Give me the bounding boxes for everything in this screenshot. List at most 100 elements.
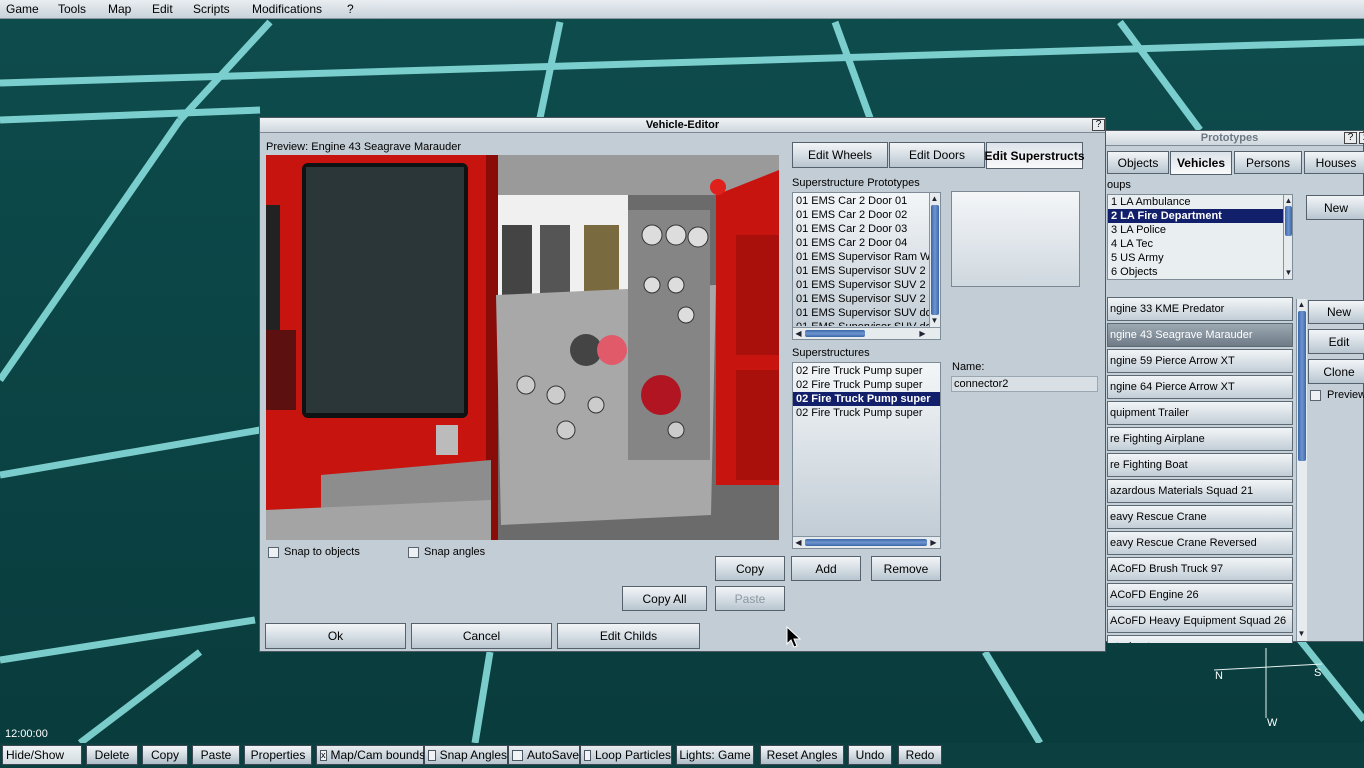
scroll-down-icon[interactable]: ▼ — [1284, 268, 1292, 277]
tab-edit-doors[interactable]: Edit Doors — [889, 142, 985, 168]
new-group-button[interactable]: New — [1306, 195, 1364, 220]
vehicle-item[interactable]: ACoFD Heavy Equipment Squad 26 — [1107, 609, 1293, 633]
superstructures-list[interactable]: 02 Fire Truck Pump super 02 Fire Truck Pu… — [792, 362, 941, 549]
proto-scrollbar[interactable]: ▲ ▼ — [929, 193, 940, 327]
edit-vehicle-button[interactable]: Edit — [1308, 329, 1364, 354]
preview-checkbox[interactable] — [1310, 390, 1321, 401]
scroll-right-icon[interactable]: ▶ — [929, 538, 938, 547]
autosave-checkbox[interactable] — [512, 749, 523, 761]
delete-button[interactable]: Delete — [86, 745, 138, 765]
list-item[interactable]: 01 EMS Supervisor SUV 2 D — [793, 278, 929, 292]
vehicle-item[interactable]: ngine 33 KME Predator — [1107, 297, 1293, 321]
vehicle-item[interactable]: eavy Rescue Crane Reversed — [1107, 531, 1293, 555]
list-item[interactable]: 4 LA Tec — [1108, 237, 1292, 251]
tab-houses[interactable]: Houses — [1304, 151, 1364, 174]
paste-status-button[interactable]: Paste — [192, 745, 240, 765]
list-item[interactable]: 3 LA Police — [1108, 223, 1292, 237]
list-item[interactable]: 01 EMS Supervisor SUV doo — [793, 320, 929, 326]
paste-button[interactable]: Paste — [715, 586, 785, 611]
prototypes-close-button[interactable]: x — [1359, 132, 1364, 144]
proto-hscrollbar[interactable]: ◀ ▶ — [793, 327, 940, 339]
vehicle-item[interactable]: ngine 64 Pierce Arrow XT — [1107, 375, 1293, 399]
snap-objects-checkbox[interactable] — [268, 547, 279, 558]
snap-angles-toggle[interactable]: Snap Angles — [424, 745, 508, 765]
copy-all-button[interactable]: Copy All — [622, 586, 707, 611]
list-item[interactable]: 01 EMS Car 2 Door 03 — [793, 222, 929, 236]
vehicle-item-selected[interactable]: ngine 43 Seagrave Marauder — [1107, 323, 1293, 347]
scroll-left-icon[interactable]: ◀ — [794, 329, 803, 338]
menu-help[interactable]: ? — [347, 2, 354, 16]
list-item[interactable]: 02 Fire Truck Pump super — [793, 406, 940, 420]
list-item[interactable]: 01 EMS Supervisor SUV 2 D — [793, 264, 929, 278]
list-item[interactable]: 5 US Army — [1108, 251, 1292, 265]
copy-status-button[interactable]: Copy — [142, 745, 188, 765]
scroll-thumb[interactable] — [931, 205, 939, 315]
list-item[interactable]: 01 EMS Car 2 Door 01 — [793, 194, 929, 208]
reset-angles-button[interactable]: Reset Angles — [760, 745, 844, 765]
new-vehicle-button[interactable]: New — [1308, 300, 1364, 324]
vehicle-item[interactable]: re Fighting Boat — [1107, 453, 1293, 477]
scroll-thumb[interactable] — [1285, 206, 1292, 236]
groups-list[interactable]: 1 LA Ambulance 2 LA Fire Department 3 LA… — [1107, 194, 1293, 280]
list-item[interactable]: 01 EMS Supervisor SUV doo — [793, 306, 929, 320]
vehicle-list-scrollbar[interactable]: ▲ ▼ — [1296, 299, 1307, 641]
menu-tools[interactable]: Tools — [58, 2, 86, 16]
loop-particles-toggle[interactable]: Loop Particles — [580, 745, 672, 765]
tab-edit-superstructs[interactable]: Edit Superstructs — [984, 142, 1085, 169]
scroll-up-icon[interactable]: ▲ — [1284, 196, 1292, 205]
superstructure-prototypes-list[interactable]: 01 EMS Car 2 Door 01 01 EMS Car 2 Door 02… — [792, 192, 941, 340]
list-item[interactable]: 01 EMS Car 2 Door 02 — [793, 208, 929, 222]
map-cam-bounds-checkbox[interactable]: x — [320, 749, 327, 761]
scroll-thumb[interactable] — [1298, 311, 1306, 461]
vehicle-item[interactable]: otorboat — [1107, 635, 1293, 643]
ok-button[interactable]: Ok — [265, 623, 406, 649]
list-item[interactable]: 02 Fire Truck Pump super — [793, 364, 940, 378]
scroll-left-icon[interactable]: ◀ — [794, 538, 803, 547]
menu-scripts[interactable]: Scripts — [193, 2, 230, 16]
hide-show-button[interactable]: Hide/Show — [2, 745, 82, 765]
autosave-toggle[interactable]: AutoSave — [508, 745, 580, 765]
snap-angles-status-checkbox[interactable] — [428, 749, 436, 761]
scroll-thumb[interactable] — [805, 539, 927, 546]
tab-persons[interactable]: Persons — [1234, 151, 1302, 174]
vehicle-item[interactable]: quipment Trailer — [1107, 401, 1293, 425]
vehicle-preview-viewport[interactable] — [266, 155, 779, 540]
scroll-up-icon[interactable]: ▲ — [1297, 300, 1306, 309]
scroll-thumb[interactable] — [805, 330, 865, 337]
vehicle-item[interactable]: eavy Rescue Crane — [1107, 505, 1293, 529]
clone-vehicle-button[interactable]: Clone — [1308, 359, 1364, 384]
map-cam-bounds-toggle[interactable]: x Map/Cam bounds — [316, 745, 425, 765]
menu-edit[interactable]: Edit — [152, 2, 173, 16]
lights-button[interactable]: Lights: Game — [676, 745, 754, 765]
vehicle-editor-help-button[interactable]: ? — [1092, 119, 1105, 131]
tab-edit-wheels[interactable]: Edit Wheels — [792, 142, 888, 168]
scroll-up-icon[interactable]: ▲ — [930, 194, 939, 203]
list-item[interactable]: 02 Fire Truck Pump super — [793, 378, 940, 392]
loop-particles-checkbox[interactable] — [584, 749, 591, 761]
list-item-selected[interactable]: 2 LA Fire Department — [1108, 209, 1292, 223]
superstructures-hscrollbar[interactable]: ◀ ▶ — [793, 536, 940, 548]
remove-button[interactable]: Remove — [871, 556, 941, 581]
vehicle-item[interactable]: ACoFD Engine 26 — [1107, 583, 1293, 607]
scroll-down-icon[interactable]: ▼ — [1297, 629, 1306, 638]
vehicle-item[interactable]: azardous Materials Squad 21 — [1107, 479, 1293, 503]
edit-childs-button[interactable]: Edit Childs — [557, 623, 700, 649]
groups-scrollbar[interactable]: ▲ ▼ — [1283, 195, 1292, 279]
list-item[interactable]: 01 EMS Supervisor SUV 2 D — [793, 292, 929, 306]
properties-button[interactable]: Properties — [244, 745, 312, 765]
undo-button[interactable]: Undo — [848, 745, 892, 765]
vehicle-list[interactable]: ngine 33 KME Predator ngine 43 Seagrave M… — [1096, 297, 1296, 643]
cancel-button[interactable]: Cancel — [411, 623, 552, 649]
list-item[interactable]: 1 LA Ambulance — [1108, 195, 1292, 209]
tab-objects[interactable]: Objects — [1107, 151, 1169, 174]
tab-vehicles[interactable]: Vehicles — [1170, 151, 1232, 175]
list-item[interactable]: 01 EMS Supervisor Ram Wh — [793, 250, 929, 264]
list-item[interactable]: 6 Objects — [1108, 265, 1292, 279]
add-button[interactable]: Add — [791, 556, 861, 581]
list-item[interactable]: 01 EMS Car 2 Door 04 — [793, 236, 929, 250]
redo-button[interactable]: Redo — [898, 745, 942, 765]
vehicle-item[interactable]: re Fighting Airplane — [1107, 427, 1293, 451]
scroll-right-icon[interactable]: ▶ — [918, 329, 927, 338]
vehicle-item[interactable]: ACoFD Brush Truck 97 — [1107, 557, 1293, 581]
name-field[interactable]: connector2 — [951, 376, 1098, 392]
